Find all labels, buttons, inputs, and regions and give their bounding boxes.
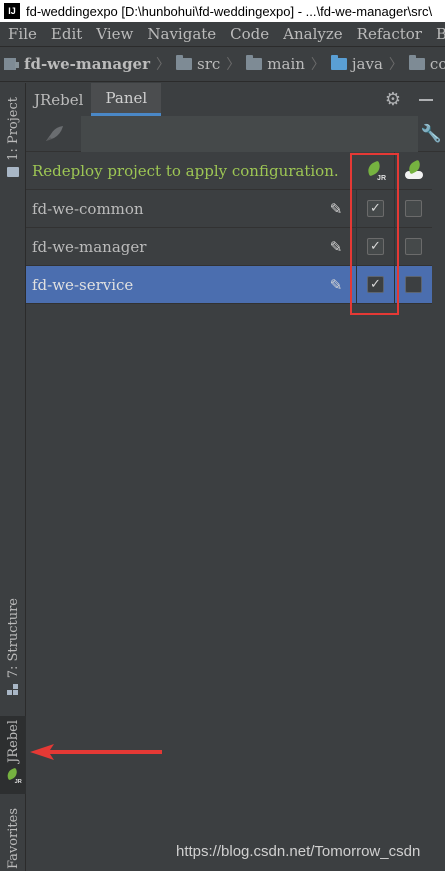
breadcrumb-module[interactable]: fd-we-manager (0, 55, 150, 73)
app-icon-label: IJ (8, 6, 16, 16)
watermark: https://blog.csdn.net/Tomorrow_csdn (176, 843, 421, 860)
table-header-row: Redeploy project to apply configuration.… (26, 151, 432, 190)
menu-file[interactable]: File (0, 25, 44, 43)
window-title: fd-weddingexpo [D:\hunbohui\fd-weddingex… (26, 3, 433, 19)
package-icon (408, 55, 425, 70)
menu-navigate[interactable]: Navigate (140, 25, 223, 43)
table-right-gutter (432, 152, 445, 304)
breadcrumb-main-label: main (267, 55, 305, 73)
minimize-icon[interactable] (419, 98, 433, 101)
breadcrumb-com-label: com (429, 55, 445, 73)
breadcrumb-com[interactable]: com (408, 55, 445, 73)
menu-build[interactable]: Build (429, 25, 445, 43)
table-row[interactable]: fd-we-common ✎ ✓ (26, 189, 432, 228)
tool-tab-project-label: 1: Project (5, 97, 21, 161)
pencil-icon[interactable]: ✎ (324, 273, 348, 297)
annotation-arrow (30, 744, 162, 760)
panel-title: JRebel (34, 90, 84, 109)
tab-panel[interactable]: Panel (91, 83, 162, 116)
tool-tab-structure-label: 7: Structure (5, 598, 21, 679)
toolbar-jrebel-button[interactable] (26, 116, 81, 152)
jrebel-checkbox-cell: ✓ (356, 265, 394, 304)
menu-bar: File Edit View Navigate Code Analyze Ref… (0, 22, 445, 46)
breadcrumb-main[interactable]: main (246, 55, 305, 73)
module-name: fd-we-service (32, 275, 134, 294)
jrebel-module-table: Redeploy project to apply configuration.… (26, 151, 432, 304)
jrebel-remote-cloud-icon (404, 162, 424, 180)
pencil-icon[interactable]: ✎ (324, 235, 348, 259)
window-title-bar: IJ fd-weddingexpo [D:\hunbohui\fd-weddin… (0, 0, 445, 22)
jrebel-checkbox[interactable]: ✓ (367, 238, 384, 255)
breadcrumb-java-label: java (351, 55, 383, 73)
module-icon (4, 58, 19, 70)
jrebel-checkbox-cell: ✓ (356, 227, 394, 266)
navigation-breadcrumb: fd-we-manager 〉 src 〉 main 〉 java 〉 com … (0, 46, 445, 82)
remote-checkbox[interactable] (405, 200, 422, 217)
menu-edit[interactable]: Edit (44, 25, 89, 43)
jrebel-rocket-icon: JR (365, 162, 386, 182)
menu-code[interactable]: Code (223, 25, 276, 43)
redeploy-notice: Redeploy project to apply configuration. (32, 161, 339, 180)
jrebel-disabled-icon (45, 126, 63, 141)
tool-tab-jrebel-label: JRebel (5, 720, 21, 763)
remote-column-header (394, 151, 432, 190)
structure-icon (7, 684, 19, 696)
breadcrumb-separator-icon: 〉 (156, 57, 170, 73)
breadcrumb-separator-icon: 〉 (310, 57, 325, 73)
intellij-app-icon: IJ (4, 3, 20, 19)
jrebel-toolbar: 🔧 (26, 116, 445, 152)
menu-analyze[interactable]: Analyze (276, 25, 350, 43)
remote-checkbox-cell (394, 189, 432, 228)
breadcrumb-src-label: src (197, 55, 221, 73)
jrebel-checkbox-cell: ✓ (356, 189, 394, 228)
jrebel-column-header: JR (356, 152, 394, 190)
pencil-icon[interactable]: ✎ (324, 197, 348, 221)
module-name: fd-we-common (32, 199, 144, 218)
breadcrumb-module-label: fd-we-manager (24, 55, 150, 73)
table-row[interactable]: fd-we-manager ✎ ✓ (26, 227, 432, 266)
breadcrumb-separator-icon: 〉 (388, 57, 403, 73)
tool-tab-jrebel[interactable]: JRebel JR (0, 716, 26, 794)
remote-checkbox[interactable] (405, 238, 422, 255)
project-folder-icon (7, 166, 19, 177)
jrebel-panel-header: JRebel Panel ⚙ (26, 83, 445, 116)
jrebel-checkbox[interactable]: ✓ (367, 276, 384, 293)
breadcrumb-src[interactable]: src (176, 55, 220, 73)
gear-icon[interactable]: ⚙ (385, 89, 401, 110)
table-row-selected[interactable]: fd-we-service ✎ ✓ (26, 265, 432, 304)
toolbar-filter-area (81, 116, 418, 152)
left-tool-stripe: 1: Project 7: Structure JRebel JR 2: Fav… (0, 83, 26, 871)
tool-tab-project[interactable]: 1: Project (0, 97, 26, 177)
jrebel-checkbox[interactable]: ✓ (367, 200, 384, 217)
remote-checkbox-cell (394, 265, 432, 304)
menu-refactor[interactable]: Refactor (350, 25, 429, 43)
wrench-icon[interactable]: 🔧 (418, 116, 445, 152)
breadcrumb-java[interactable]: java (330, 55, 383, 73)
panel-actions: ⚙ (385, 89, 445, 110)
folder-icon (176, 55, 192, 70)
remote-checkbox-cell (394, 227, 432, 266)
tool-tab-favorites-label: 2: Favorites (5, 808, 21, 871)
remote-checkbox[interactable] (405, 276, 422, 293)
breadcrumb-separator-icon: 〉 (226, 57, 241, 73)
folder-icon (246, 55, 263, 70)
tool-tab-structure[interactable]: 7: Structure (0, 598, 26, 696)
menu-view[interactable]: View (89, 25, 140, 43)
source-folder-icon (330, 55, 347, 70)
jrebel-rocket-icon: JR (5, 769, 22, 785)
tool-tab-favorites[interactable]: 2: Favorites (0, 808, 26, 871)
module-name: fd-we-manager (32, 237, 147, 256)
